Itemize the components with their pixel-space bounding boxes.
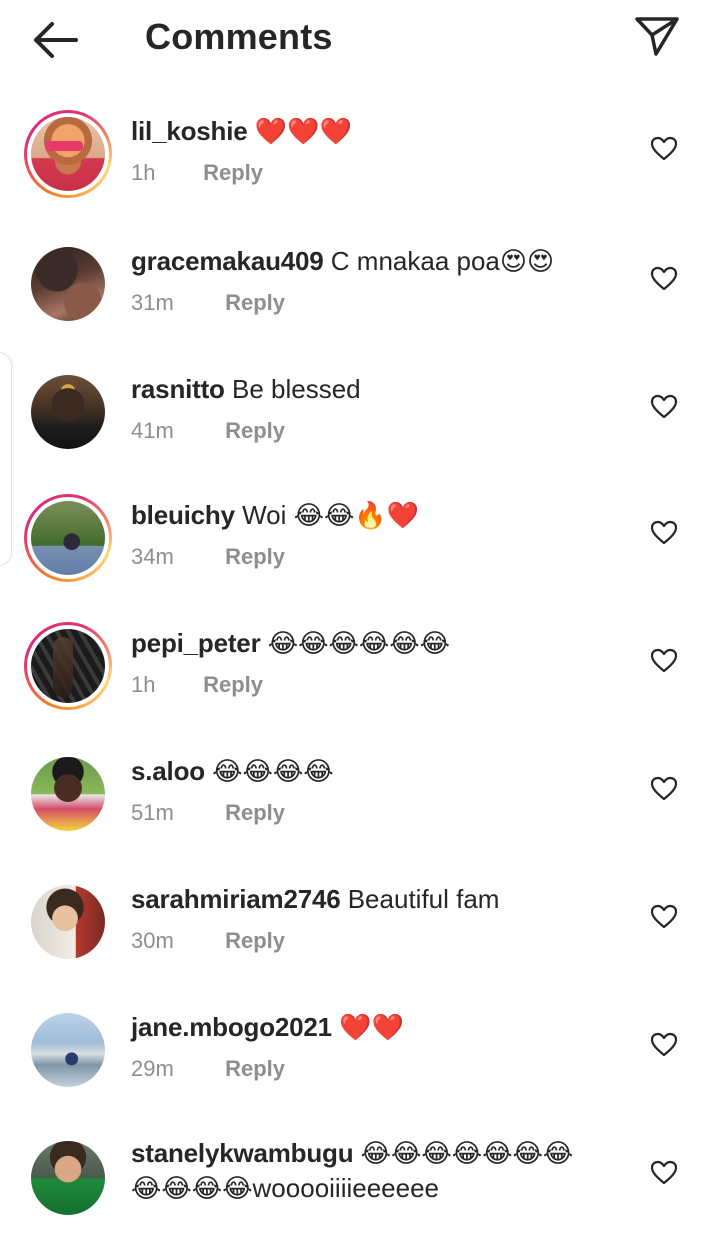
reply-button[interactable]: Reply (225, 928, 285, 953)
comment-emoji: 😂😂😂😂 (212, 757, 334, 787)
avatar[interactable] (24, 494, 112, 582)
avatar[interactable] (24, 240, 112, 328)
reply-button[interactable]: Reply (203, 160, 263, 185)
avatar[interactable] (24, 1134, 112, 1222)
comment-time: 29m (131, 1056, 174, 1081)
paper-plane-icon (635, 17, 679, 56)
comment-username[interactable]: sarahmiriam2746 (131, 884, 341, 914)
comment-emoji: 😂😂😂😂😂😂😂 (360, 1139, 574, 1169)
reply-button[interactable]: Reply (203, 672, 263, 697)
reply-button[interactable]: Reply (225, 290, 285, 315)
comment-username[interactable]: pepi_peter (131, 628, 261, 658)
reply-button[interactable]: Reply (225, 418, 285, 443)
comment-item: stanelykwambugu 😂😂😂😂😂😂😂 😂😂😂😂wooooiiiieee… (0, 1134, 720, 1235)
comment-username[interactable]: lil_koshie (131, 116, 248, 146)
reply-button[interactable]: Reply (225, 544, 285, 569)
like-button[interactable] (650, 266, 678, 292)
avatar[interactable] (24, 750, 112, 838)
like-button[interactable] (650, 394, 678, 420)
comment-username[interactable]: gracemakau409 (131, 246, 324, 276)
comment-item: jane.mbogo2021 ❤️❤️ 29m Reply (0, 1006, 720, 1134)
comment-emoji: ❤️❤️ (339, 1013, 404, 1043)
avatar[interactable] (24, 622, 112, 710)
comment-meta: 29m Reply (131, 1056, 285, 1082)
comment-item: gracemakau409 C mnakaa poa😍😍 31m Reply (0, 240, 720, 368)
like-button[interactable] (650, 776, 678, 802)
back-button[interactable] (30, 18, 82, 62)
comment-item: bleuichy Woi 😂😂🔥❤️ 34m Reply (0, 494, 720, 622)
comment-text: C mnakaa poa (330, 246, 500, 276)
comment-meta: 34m Reply (131, 544, 285, 570)
heart-outline-icon (650, 1160, 678, 1185)
heart-outline-icon (650, 136, 678, 161)
heart-outline-icon (650, 520, 678, 545)
like-button[interactable] (650, 904, 678, 930)
like-button[interactable] (650, 648, 678, 674)
comment-time: 51m (131, 800, 174, 825)
comment-username[interactable]: bleuichy (131, 500, 235, 530)
heart-outline-icon (650, 904, 678, 929)
heart-outline-icon (650, 1032, 678, 1057)
page-title: Comments (145, 16, 333, 57)
like-button[interactable] (650, 520, 678, 546)
comment-time: 30m (131, 928, 174, 953)
top-bar: Comments (0, 0, 720, 80)
arrow-left-icon (34, 22, 78, 58)
comment-item: sarahmiriam2746 Beautiful fam 30m Reply (0, 878, 720, 1006)
comment-emoji: ❤️❤️❤️ (254, 117, 352, 147)
comment-username[interactable]: s.aloo (131, 756, 205, 786)
comment-meta: 41m Reply (131, 418, 285, 444)
comment-username[interactable]: stanelykwambugu (131, 1138, 354, 1168)
comment-time: 1h (131, 672, 156, 697)
heart-outline-icon (650, 648, 678, 673)
comment-emoji: 😂😂🔥❤️ (293, 501, 420, 531)
comment-meta: 31m Reply (131, 290, 285, 316)
comment-time: 1h (131, 160, 156, 185)
comment-meta: 1h Reply (131, 672, 263, 698)
heart-outline-icon (650, 776, 678, 801)
comment-text: Beautiful fam (347, 884, 500, 914)
comment-time: 41m (131, 418, 174, 443)
comment-item: s.aloo 😂😂😂😂 51m Reply (0, 750, 720, 878)
share-button[interactable] (632, 14, 682, 60)
avatar[interactable] (24, 1006, 112, 1094)
avatar[interactable] (24, 110, 112, 198)
avatar[interactable] (24, 878, 112, 966)
comment-text: Be blessed (231, 374, 361, 404)
comment-text: wooooiiiieeeeee (252, 1173, 440, 1203)
reply-button[interactable]: Reply (225, 800, 285, 825)
comment-emoji: 😂😂😂😂😂😂 (267, 629, 451, 659)
comment-item: lil_koshie ❤️❤️❤️ 1h Reply (0, 110, 720, 238)
comment-time: 31m (131, 290, 174, 315)
reply-button[interactable]: Reply (225, 1056, 285, 1081)
avatar[interactable] (24, 368, 112, 456)
comment-item: rasnitto Be blessed 41m Reply (0, 368, 720, 496)
comment-text: Woi (242, 500, 287, 530)
comment-meta: 1h Reply (131, 160, 263, 186)
comment-meta: 30m Reply (131, 928, 285, 954)
comment-time: 34m (131, 544, 174, 569)
heart-outline-icon (650, 394, 678, 419)
like-button[interactable] (650, 136, 678, 162)
comment-username[interactable]: jane.mbogo2021 (131, 1012, 332, 1042)
comment-username[interactable]: rasnitto (131, 374, 225, 404)
like-button[interactable] (650, 1032, 678, 1058)
like-button[interactable] (650, 1160, 678, 1186)
comment-meta: 51m Reply (131, 800, 285, 826)
comment-emoji-continued: 😂😂😂😂 (131, 1174, 253, 1204)
comment-item: pepi_peter 😂😂😂😂😂😂 1h Reply (0, 622, 720, 750)
heart-outline-icon (650, 266, 678, 291)
comment-emoji: 😍😍 (499, 247, 555, 277)
